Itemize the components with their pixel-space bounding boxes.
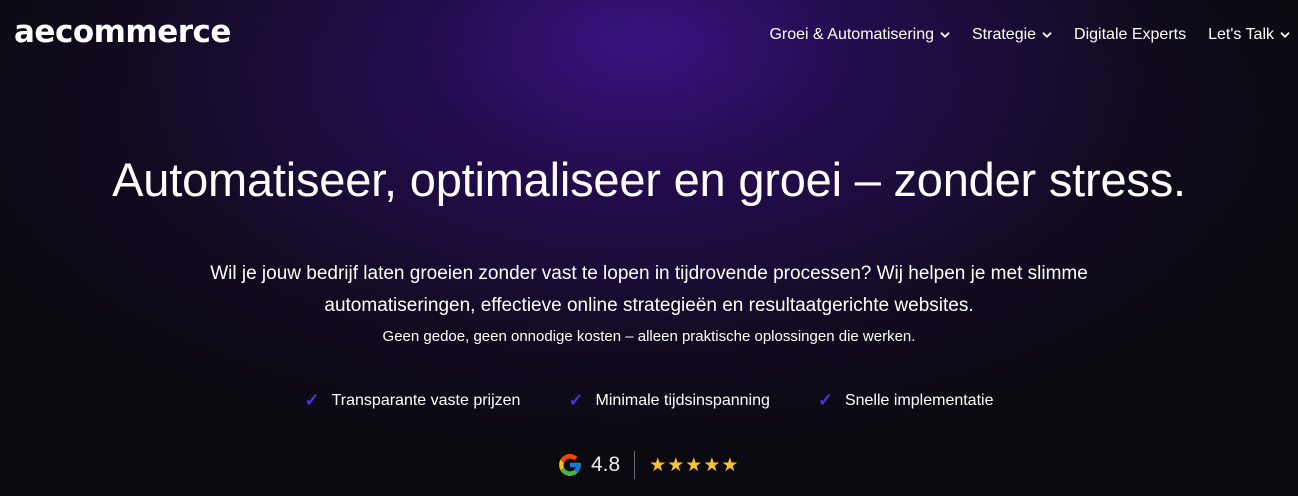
nav-item-label: Groei & Automatisering bbox=[769, 26, 934, 43]
nav-item-digitale-experts[interactable]: Digitale Experts bbox=[1074, 26, 1186, 44]
main-nav: Groei & Automatisering Strategie Digital… bbox=[747, 26, 1290, 44]
chevron-down-icon bbox=[1042, 32, 1052, 38]
feature-label: Transparante vaste prijzen bbox=[331, 391, 521, 409]
google-rating[interactable]: 4.8 ★ ★ ★ ★ ★ bbox=[557, 450, 739, 480]
nav-item-label: Strategie bbox=[972, 26, 1037, 43]
nav-item-groei-automatisering[interactable]: Groei & Automatisering bbox=[769, 26, 950, 44]
star-icon: ★ bbox=[685, 454, 704, 476]
star-icon: ★ bbox=[667, 454, 686, 476]
star-rating: ★ ★ ★ ★ ★ bbox=[649, 454, 739, 477]
feature-item: ✓ Snelle implementatie bbox=[818, 390, 994, 411]
check-icon: ✓ bbox=[304, 390, 320, 410]
feature-label: Minimale tijdsinspanning bbox=[595, 391, 770, 409]
hero-background bbox=[0, 0, 1298, 496]
feature-label: Snelle implementatie bbox=[844, 391, 994, 409]
google-icon bbox=[559, 454, 581, 476]
chevron-down-icon bbox=[1280, 32, 1290, 38]
chevron-down-icon bbox=[940, 32, 950, 38]
nav-item-lets-talk[interactable]: Let's Talk bbox=[1208, 26, 1290, 44]
star-icon: ★ bbox=[721, 454, 740, 476]
star-icon: ★ bbox=[649, 454, 668, 476]
feature-list: ✓ Transparante vaste prijzen ✓ Minimale … bbox=[0, 390, 1298, 411]
check-icon: ✓ bbox=[568, 390, 584, 410]
rating-value: 4.8 bbox=[591, 453, 621, 476]
star-icon: ★ bbox=[703, 454, 722, 476]
feature-item: ✓ Transparante vaste prijzen bbox=[305, 390, 521, 411]
logo[interactable]: aecommerce bbox=[14, 14, 231, 50]
site-header: aecommerce Groei & Automatisering Strate… bbox=[0, 0, 1298, 72]
nav-item-label: Digitale Experts bbox=[1074, 26, 1187, 43]
hero-lead-line: Wil je jouw bedrijf laten groeien zonder… bbox=[210, 263, 1088, 284]
nav-item-label: Let's Talk bbox=[1208, 26, 1274, 43]
check-icon: ✓ bbox=[817, 390, 833, 410]
hero-lead: Wil je jouw bedrijf laten groeien zonder… bbox=[149, 258, 1149, 322]
hero-title: Automatiseer, optimaliseer en groei – zo… bbox=[112, 153, 1186, 206]
divider bbox=[634, 451, 636, 479]
hero-subtext: Geen gedoe, geen onnodige kosten – allee… bbox=[382, 328, 916, 345]
feature-item: ✓ Minimale tijdsinspanning bbox=[568, 390, 769, 411]
hero-lead-line: automatiseringen, effectieve online stra… bbox=[324, 295, 974, 316]
nav-item-strategie[interactable]: Strategie bbox=[972, 26, 1052, 44]
